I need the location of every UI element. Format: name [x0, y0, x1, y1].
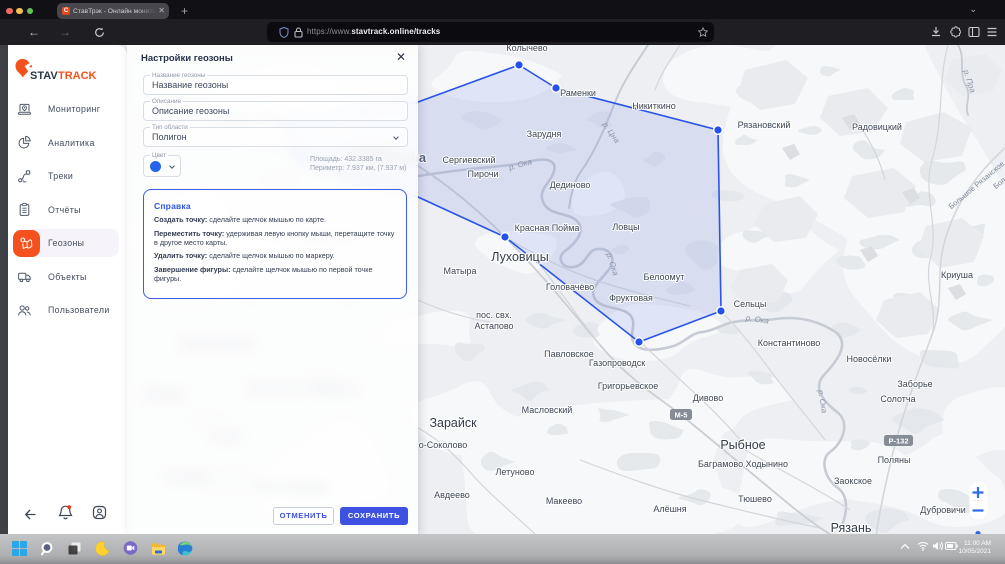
svg-text:Луховицы: Луховицы [491, 250, 548, 264]
svg-text:Никиткино: Никиткино [632, 101, 676, 111]
svg-text:Алёшня: Алёшня [653, 504, 686, 514]
svg-text:Радовицкий: Радовицкий [852, 122, 902, 132]
svg-text:STAV: STAV [30, 70, 58, 82]
svg-text:Поляны: Поляны [878, 455, 911, 465]
svg-text:Фруктовая: Фруктовая [609, 293, 653, 303]
svg-text:Астапово: Астапово [474, 321, 513, 331]
svg-text:Газопроводск: Газопроводск [589, 358, 645, 368]
svg-text:Рязановский: Рязановский [738, 120, 791, 130]
svg-text:Матыра: Матыра [443, 266, 476, 276]
svg-text:Рязань: Рязань [831, 521, 872, 534]
svg-text:Зарайск: Зарайск [429, 416, 477, 430]
svg-text:Тюшево: Тюшево [738, 494, 772, 504]
svg-text:Солотча: Солотча [880, 394, 915, 404]
svg-text:Красная Пойма: Красная Пойма [515, 223, 580, 233]
svg-text:Павловское: Павловское [544, 349, 594, 359]
svg-text:Григорьевское: Григорьевское [598, 381, 658, 391]
svg-text:Пирочи: Пирочи [467, 169, 498, 179]
svg-text:Заокское: Заокское [834, 476, 872, 486]
svg-text:Сергиевский: Сергиевский [443, 155, 496, 165]
svg-text:М-5: М-5 [675, 411, 688, 420]
svg-text:Раменки: Раменки [560, 88, 596, 98]
svg-text:Р-132: Р-132 [888, 437, 908, 446]
svg-text:Криуша: Криуша [941, 270, 973, 280]
svg-text:пос. свх.: пос. свх. [476, 310, 512, 320]
svg-text:Макеево: Макеево [546, 496, 582, 506]
svg-text:Сельцы: Сельцы [734, 299, 767, 309]
svg-text:Масловский: Масловский [522, 405, 573, 415]
svg-text:Константиново: Константиново [758, 338, 821, 348]
svg-text:Новосёлки: Новосёлки [847, 354, 892, 364]
svg-text:Баграмово Ходынино: Баграмово Ходынино [698, 459, 788, 469]
svg-text:Колычево: Колычево [506, 45, 547, 53]
svg-text:Белоомут: Белоомут [644, 272, 685, 282]
svg-text:Головачёво: Головачёво [546, 282, 594, 292]
svg-text:Авдеево: Авдеево [434, 490, 470, 500]
svg-text:Дубровичи: Дубровичи [920, 505, 966, 515]
svg-text:Зарудня: Зарудня [527, 129, 562, 139]
svg-text:Рыбное: Рыбное [720, 438, 765, 452]
svg-text:Дивово: Дивово [693, 393, 724, 403]
svg-text:о-Соколово: о-Соколово [419, 440, 467, 450]
svg-text:Летуново: Летуново [496, 467, 535, 477]
svg-text:Заборье: Заборье [897, 379, 932, 389]
svg-text:Дединово: Дединово [550, 180, 591, 190]
svg-text:Ловцы: Ловцы [612, 222, 639, 232]
svg-text:TRACK: TRACK [58, 70, 97, 82]
